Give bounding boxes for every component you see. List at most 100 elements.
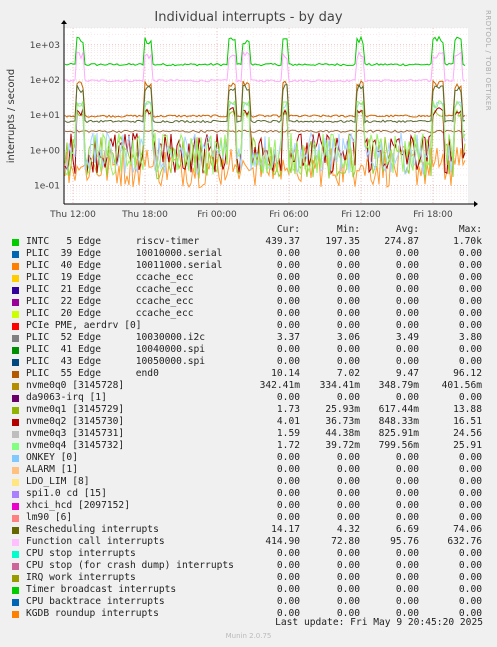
legend-avg-value: 617.44m <box>378 404 419 415</box>
legend-swatch <box>12 275 19 282</box>
munin-version: Munin 2.0.75 <box>225 632 272 640</box>
header-max: Max: <box>458 224 482 235</box>
legend-label: lm90 [6] <box>26 512 73 523</box>
legend-label: PLIC 52 Edge 10030000.i2c <box>26 332 206 343</box>
legend-max-value: 0.00 <box>458 272 482 283</box>
x-tick-label: Fri 18:00 <box>413 210 453 220</box>
y-tick-label: 1e+02 <box>30 76 60 86</box>
legend-swatch <box>12 431 19 438</box>
legend-avg-value: 0.00 <box>395 512 419 523</box>
legend-max-value: 0.00 <box>458 308 482 319</box>
interrupts-chart: 1e-01 1e+00 1e+01 1e+02 1e+03 Thu 12:00 Thu 18… <box>6 20 478 220</box>
legend-avg-value: 0.00 <box>395 548 419 559</box>
legend-label: PLIC 55 Edge end0 <box>26 368 159 379</box>
legend-avg-value: 0.00 <box>395 296 419 307</box>
legend-swatch <box>12 263 19 270</box>
legend-avg-value: 799.56m <box>378 440 419 451</box>
legend-max-value: 0.00 <box>458 476 482 487</box>
legend-avg-value: 848.33m <box>378 416 419 427</box>
legend-swatch <box>12 611 19 618</box>
x-tick-label: Thu 18:00 <box>121 210 168 220</box>
legend-max-value: 0.00 <box>458 392 482 403</box>
legend-avg-value: 0.00 <box>395 476 419 487</box>
legend-max-value: 0.00 <box>458 512 482 523</box>
legend-avg-value: 0.00 <box>395 248 419 259</box>
legend-avg-value: 3.49 <box>395 332 419 343</box>
legend-swatch <box>12 515 19 522</box>
legend-max-value: 0.00 <box>458 284 482 295</box>
legend-max-value: 13.88 <box>453 404 482 415</box>
legend-swatch <box>12 443 19 450</box>
legend-max-value: 0.00 <box>458 548 482 559</box>
legend-max-value: 0.00 <box>458 488 482 499</box>
legend-max-value: 0.00 <box>458 464 482 475</box>
legend-swatch <box>12 287 19 294</box>
legend-max-value: 16.51 <box>453 416 482 427</box>
legend-swatch <box>12 383 19 390</box>
legend-max-value: 0.00 <box>458 344 482 355</box>
legend-avg-value: 0.00 <box>395 452 419 463</box>
legend-max-value: 0.00 <box>458 572 482 583</box>
x-tick-label: Fri 12:00 <box>341 210 381 220</box>
y-tick-label: 1e+03 <box>30 41 60 51</box>
legend-avg-value: 0.00 <box>395 272 419 283</box>
legend-avg-value: 0.00 <box>395 284 419 295</box>
legend-label: nvme0q1 [3145729] <box>26 404 125 415</box>
legend-max-value: 74.06 <box>453 524 482 535</box>
legend-avg-value: 0.00 <box>395 320 419 331</box>
legend-avg-value: 348.79m <box>378 380 419 391</box>
y-axis-arrow <box>61 20 67 24</box>
legend-avg-value: 0.00 <box>395 308 419 319</box>
legend-avg-value: 0.00 <box>395 560 419 571</box>
legend-max-value: 3.80 <box>458 332 482 343</box>
legend-avg-value: 0.00 <box>395 344 419 355</box>
legend-swatch <box>12 323 19 330</box>
legend-label: PLIC 19 Edge ccache_ecc <box>26 272 194 283</box>
legend-swatch <box>12 335 19 342</box>
legend-max-value: 0.00 <box>458 296 482 307</box>
last-update: Last update: Fri May 9 20:45:20 2025 <box>275 617 483 628</box>
legend-swatch <box>12 359 19 366</box>
legend-label: xhci_hcd [2097152] <box>26 500 130 511</box>
legend-max-value: 0.00 <box>458 596 482 607</box>
legend-avg-value: 0.00 <box>395 464 419 475</box>
legend-swatch <box>12 251 19 258</box>
legend-label: ALARM [1] <box>26 464 78 475</box>
legend-label: spi1.0 cd [15] <box>26 488 107 499</box>
legend-max-value: 0.00 <box>458 560 482 571</box>
legend-avg-value: 0.00 <box>395 392 419 403</box>
legend-label: nvme0q3 [3145731] <box>26 428 125 439</box>
legend-label: da9063-irq [1] <box>26 392 107 403</box>
legend-max-value: 0.00 <box>458 584 482 595</box>
legend-swatch <box>12 299 19 306</box>
legend-swatch <box>12 347 19 354</box>
legend-label: KGDB roundup interrupts <box>26 608 159 619</box>
legend-max-value: 0.00 <box>458 260 482 271</box>
x-tick-label: Fri 00:00 <box>197 210 237 220</box>
legend-label: INTC 5 Edge riscv-timer <box>26 236 200 247</box>
legend-swatch <box>12 575 19 582</box>
legend-avg-value: 0.00 <box>395 260 419 271</box>
legend-avg-value: 0.00 <box>395 488 419 499</box>
legend-label: PLIC 22 Edge ccache_ecc <box>26 296 194 307</box>
legend-label: Function call interrupts <box>26 536 165 547</box>
legend-label: Timer broadcast interrupts <box>26 584 177 595</box>
legend-max-value: 25.91 <box>453 440 482 451</box>
legend-label: CPU backtrace interrupts <box>26 596 165 607</box>
legend-avg-value: 0.00 <box>395 584 419 595</box>
x-axis-arrow <box>474 201 478 207</box>
legend-swatch <box>12 311 19 318</box>
legend-max-value: 0.00 <box>458 248 482 259</box>
y-tick-label: 1e+01 <box>30 111 60 121</box>
legend-label: Rescheduling interrupts <box>26 524 159 535</box>
legend-swatch <box>12 407 19 414</box>
legend-label: PCIe PME, aerdrv [0] <box>26 320 142 331</box>
legend-swatch <box>12 527 19 534</box>
legend-label: nvme0q0 [3145728] <box>26 380 125 391</box>
legend-swatch <box>12 491 19 498</box>
legend-label: PLIC 21 Edge ccache_ecc <box>26 284 194 295</box>
legend-avg-value: 6.69 <box>395 524 419 535</box>
legend-avg-value: 9.47 <box>395 368 419 379</box>
y-tick-label: 1e-01 <box>34 182 60 192</box>
legend-swatch <box>12 467 19 474</box>
